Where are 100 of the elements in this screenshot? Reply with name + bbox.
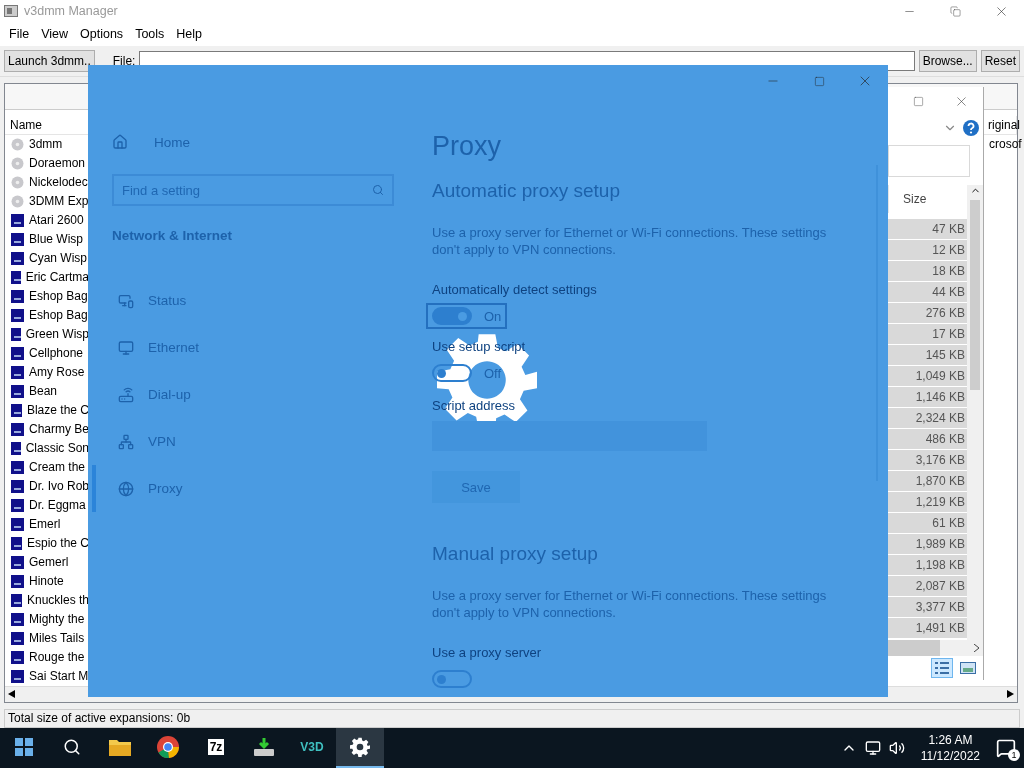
list-item[interactable]: Nickelodec — [29, 175, 88, 190]
browse-button[interactable]: Browse... — [918, 49, 977, 72]
package-icon — [11, 384, 24, 398]
package-icon — [11, 403, 22, 417]
table-cell: 486 KB — [888, 429, 967, 449]
list-item[interactable]: Eric Cartma — [25, 270, 89, 285]
package-icon — [11, 631, 24, 645]
file-label: File: — [112, 53, 136, 68]
table-cell: 2,324 KB — [888, 408, 967, 428]
taskbar-app[interactable]: 7z — [192, 728, 240, 768]
scroll-right-icon[interactable] — [974, 644, 979, 652]
page-title: Proxy — [432, 131, 503, 162]
package-icon — [11, 574, 24, 588]
table-cell: 145 KB — [888, 345, 967, 365]
table-cell: 1,198 KB — [888, 555, 967, 575]
list-item[interactable]: Doraemon — [29, 156, 86, 171]
list-item[interactable]: Gemerl — [29, 555, 69, 570]
table-cell: 18 KB — [888, 261, 967, 281]
table-cell: 1,989 KB — [888, 534, 967, 554]
table-cell: 1,870 KB — [888, 471, 967, 491]
package-icon — [11, 612, 24, 626]
package-icon — [11, 289, 24, 303]
list-item[interactable]: Cellphone — [29, 346, 84, 361]
input-field[interactable] — [432, 421, 707, 451]
list-item[interactable]: Dr. Ivo Rob — [28, 479, 89, 494]
list-item[interactable]: Cream the — [29, 460, 86, 475]
table-cell: 47 KB — [888, 219, 967, 239]
list-item[interactable]: 3DMM Exp — [29, 194, 89, 209]
list-item[interactable]: 3dmm — [29, 137, 63, 152]
search-field[interactable] — [888, 145, 970, 177]
menu-item[interactable]: File — [4, 26, 37, 41]
table-cell: 1,146 KB — [888, 387, 967, 407]
network-icon[interactable] — [864, 740, 881, 757]
table-cell: 276 KB — [888, 303, 967, 323]
menu-item[interactable]: View — [36, 26, 76, 41]
list-item[interactable]: Eshop Bag — [29, 289, 88, 304]
taskbar-app[interactable]: V3D — [288, 728, 336, 768]
launch-button[interactable]: Launch 3dmm.. — [4, 49, 95, 72]
menu-item[interactable]: Help — [171, 26, 210, 41]
gear-icon — [350, 737, 370, 758]
package-icon — [11, 460, 24, 474]
list-item[interactable]: Emerl — [29, 517, 61, 532]
clock-time: 1:26 AM — [928, 732, 973, 749]
list-item[interactable]: Sai Start M — [29, 669, 89, 684]
setting-label: Automatically detect settings — [432, 282, 598, 297]
list-item[interactable]: Knuckles th — [26, 593, 89, 608]
package-icon — [11, 536, 22, 550]
list-item[interactable]: Hinote — [29, 574, 64, 589]
list-item[interactable]: Amy Rose — [29, 365, 85, 380]
package-icon — [11, 213, 24, 227]
list-item[interactable]: Green Wisp — [25, 327, 89, 342]
scroll-right-icon[interactable] — [1007, 690, 1014, 699]
table-cell: 2,087 KB — [888, 576, 967, 596]
window-title: v3dmm Manager — [24, 4, 119, 18]
search-icon — [63, 738, 81, 757]
list-item[interactable]: Bean — [29, 384, 58, 399]
package-icon — [11, 479, 24, 493]
disc-icon — [11, 194, 24, 208]
list-item[interactable]: Blue Wisp — [29, 232, 84, 247]
package-icon — [11, 498, 24, 512]
table-cell: 61 KB — [888, 513, 967, 533]
package-icon — [11, 669, 24, 683]
volume-icon[interactable] — [888, 740, 905, 757]
list-item[interactable]: Eshop Bag — [29, 308, 88, 323]
list-item[interactable]: Mighty the — [29, 612, 85, 627]
list-item[interactable]: Espio the C — [26, 536, 89, 551]
list-item[interactable]: Atari 2600 — [29, 213, 84, 228]
package-icon — [11, 593, 22, 607]
table-cell: 44 KB — [888, 282, 967, 302]
menu-item[interactable]: Options — [75, 26, 131, 41]
package-icon — [11, 327, 21, 341]
list-item[interactable]: Rouge the — [29, 650, 85, 665]
notification-count: 1 — [1008, 749, 1020, 762]
section-heading: Manual proxy setup — [432, 543, 599, 565]
help-icon[interactable] — [963, 120, 979, 136]
package-icon — [11, 251, 24, 265]
list-item[interactable]: Cyan Wisp — [29, 251, 87, 266]
reset-button[interactable]: Reset — [980, 49, 1020, 72]
section-heading: Automatic proxy setup — [432, 180, 621, 202]
scroll-left-icon[interactable] — [8, 690, 15, 699]
scrollbar-thumb[interactable] — [970, 200, 980, 390]
description: Use a proxy server for Ethernet or Wi-Fi connections. These settings don't apply to VPN connections. — [432, 224, 828, 258]
app-logo: 7z — [207, 739, 225, 756]
menu-item[interactable]: Tools — [130, 26, 172, 41]
chrome-icon — [156, 735, 180, 760]
table-cell: 17 KB — [888, 324, 967, 344]
list-item[interactable]: Charmy Be — [28, 422, 89, 437]
clock[interactable]: 1:26 AM 11/12/2022 — [920, 732, 980, 765]
list-item[interactable]: Blaze the C — [26, 403, 89, 418]
table-cell: 12 KB — [888, 240, 967, 260]
list-item[interactable]: Miles Tails — [29, 631, 85, 646]
package-icon — [11, 441, 21, 455]
clock-date: 11/12/2022 — [920, 748, 980, 765]
package-icon — [11, 346, 24, 360]
table-cell: 3,176 KB — [888, 450, 967, 470]
list-item[interactable]: Classic Son — [25, 441, 89, 456]
network-icon — [118, 433, 134, 450]
details-view-button[interactable] — [931, 658, 953, 678]
taskbar-app[interactable] — [336, 728, 384, 768]
list-item[interactable]: Dr. Eggma — [29, 498, 86, 513]
